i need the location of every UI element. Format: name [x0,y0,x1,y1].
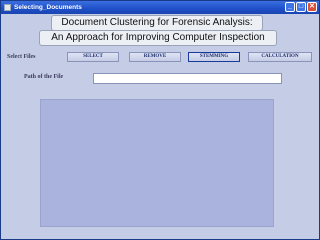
close-icon[interactable]: ✕ [307,2,317,12]
path-label: Path of the File [24,74,64,80]
select-files-label: Select Files [7,54,36,60]
title-bar[interactable]: Selecting_Documents _ □ ✕ [1,1,319,14]
heading-line-2: An Approach for Improving Computer Inspe… [39,30,277,46]
selecting-documents-window: Selecting_Documents _ □ ✕ Document Clust… [0,0,320,240]
window-title: Selecting_Documents [14,4,82,11]
heading-line-1: Document Clustering for Forensic Analysi… [51,15,263,31]
path-field[interactable] [93,73,282,84]
app-icon [4,4,11,11]
files-list[interactable] [40,99,274,227]
select-button[interactable]: SELECT [67,52,119,62]
remove-button[interactable]: REMOVE [129,52,181,62]
maximize-icon[interactable]: □ [296,2,306,12]
calculation-button[interactable]: CALCULATION [248,52,312,62]
stemming-button[interactable]: STEMMING [188,52,240,62]
window-controls: _ □ ✕ [285,2,317,12]
minimize-icon[interactable]: _ [285,2,295,12]
